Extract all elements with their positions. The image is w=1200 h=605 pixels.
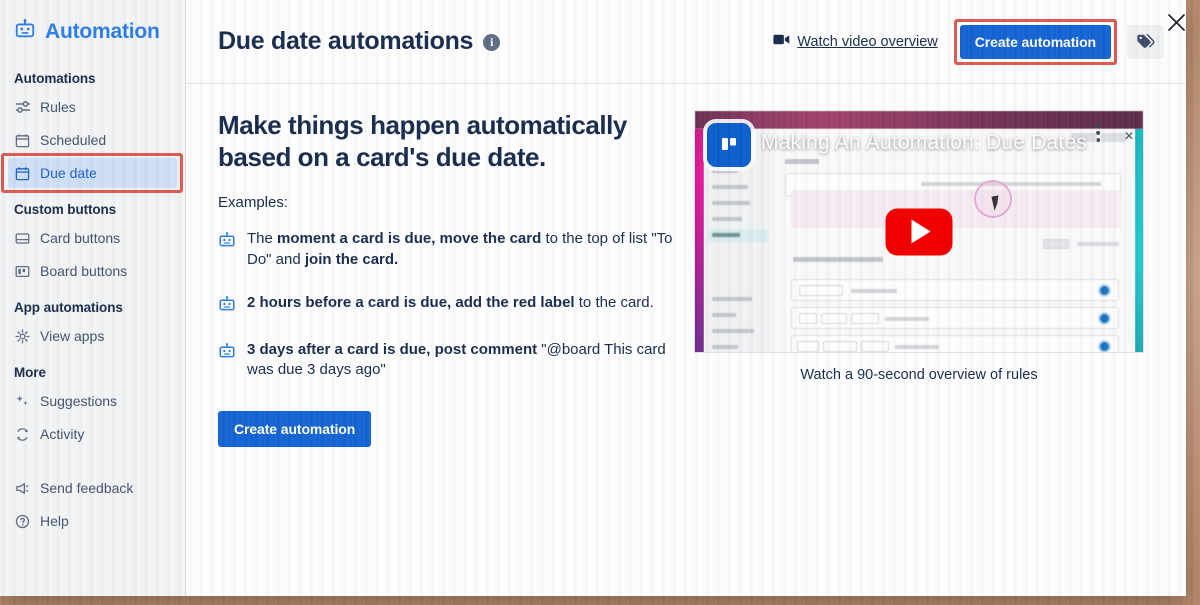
content-header: Due date automations i Watch video overvi… [186,0,1186,84]
video-caption: Watch a 90-second overview of rules [800,367,1038,383]
sidebar-item-label: Help [40,513,69,529]
sidebar-item-suggestions[interactable]: Suggestions [8,386,177,416]
sidebar-item-label: Scheduled [40,132,107,148]
sidebar-item-view-apps[interactable]: View apps [8,321,177,351]
trello-logo-icon [707,123,751,167]
calendar-icon [14,132,31,149]
example-item: 2 hours before a card is due, add the re… [218,293,678,318]
video-camera-icon [773,33,790,50]
close-icon[interactable] [1162,8,1190,36]
robot-icon [218,342,236,365]
robot-icon [14,18,36,45]
sidebar-item-label: Suggestions [40,393,118,409]
sidebar-heading-app-automations: App automations [14,300,123,315]
examples-label: Examples: [218,194,289,212]
example-text: 3 days after a card is due, post comment… [247,340,666,379]
create-automation-button-inline[interactable]: Create automation [218,410,372,447]
content-area: Due date automations i Watch video overvi… [186,0,1186,596]
sidebar-item-activity[interactable]: Activity [8,419,177,449]
sidebar-heading-custom-buttons: Custom buttons [14,202,117,217]
info-icon[interactable]: i [483,34,501,51]
sliders-icon [14,99,31,116]
example-item: 3 days after a card is due, post comment… [218,340,678,381]
sidebar-item-help[interactable]: Help [8,506,177,536]
desktop-backdrop: Automation Automations Rules Scheduled D… [0,0,1200,605]
sidebar-item-scheduled[interactable]: Scheduled [8,125,177,155]
video-board-main [771,129,1135,352]
sidebar-item-label: Board buttons [40,263,128,279]
video-cursor-highlight [974,180,1012,218]
page-title-text: Due date automations [218,27,474,55]
example-item: The moment a card is due, move the card … [218,229,678,270]
sidebar-item-label: View apps [40,328,105,344]
tags-icon[interactable] [1127,24,1164,59]
video-right-accent [1135,129,1143,352]
play-icon[interactable] [885,208,953,255]
create-automation-highlight: Create automation [953,18,1118,65]
sidebar-item-label: Send feedback [40,480,134,496]
left-column: Make things happen automatically based o… [218,110,678,447]
sidebar-item-board-buttons[interactable]: Board buttons [8,256,177,286]
page-title: Due date automations i [218,27,501,56]
megaphone-icon [14,480,31,497]
watch-video-overview-link[interactable]: Watch video overview [773,33,938,50]
sidebar-heading-automations: Automations [14,71,96,86]
video-warning-banner [791,190,1121,228]
sidebar-item-card-buttons[interactable]: Card buttons [8,223,177,253]
refresh-icon [14,426,31,443]
sidebar-brand: Automation [0,16,185,45]
sidebar-item-label: Due date [40,165,97,181]
sidebar-brand-label: Automation [45,19,160,43]
video-board-topbar [695,111,1143,129]
automation-modal: Automation Automations Rules Scheduled D… [0,0,1186,596]
example-text: 2 hours before a card is due, add the re… [247,293,654,311]
hero-heading: Make things happen automatically based o… [218,110,627,172]
calendar-icon [14,165,31,182]
sidebar-item-due-date[interactable]: Due date [1,153,183,193]
sidebar-item-label: Rules [40,99,76,115]
robot-icon [218,231,236,254]
content-body: Make things happen automatically based o… [186,84,1186,447]
video-title: Making An Automation: Due Dates [761,131,1088,154]
header-actions: Watch video overview Create automation [773,18,1164,65]
sidebar-item-send-feedback[interactable]: Send feedback [8,473,177,503]
video-close-icon: ✕ [1123,129,1134,143]
watch-video-overview-label: Watch video overview [797,33,938,50]
sidebar-item-label: Activity [40,426,85,442]
board-icon [14,263,31,280]
create-automation-button[interactable]: Create automation [959,24,1111,59]
video-left-accent [695,129,704,352]
sparkle-icon [14,393,31,410]
gear-icon [14,328,31,345]
card-icon [14,230,31,247]
question-circle-icon [14,513,31,530]
sidebar-item-label: Card buttons [40,230,121,246]
right-column: ✕ Making An Automation: Due Dates Watch … [694,110,1156,447]
sidebar: Automation Automations Rules Scheduled D… [0,0,186,596]
sidebar-item-rules[interactable]: Rules [8,92,177,122]
example-text: The moment a card is due, move the card … [247,230,673,268]
sidebar-heading-more: More [14,365,46,380]
robot-icon [218,295,236,318]
video-thumbnail[interactable]: ✕ Making An Automation: Due Dates [694,110,1144,353]
